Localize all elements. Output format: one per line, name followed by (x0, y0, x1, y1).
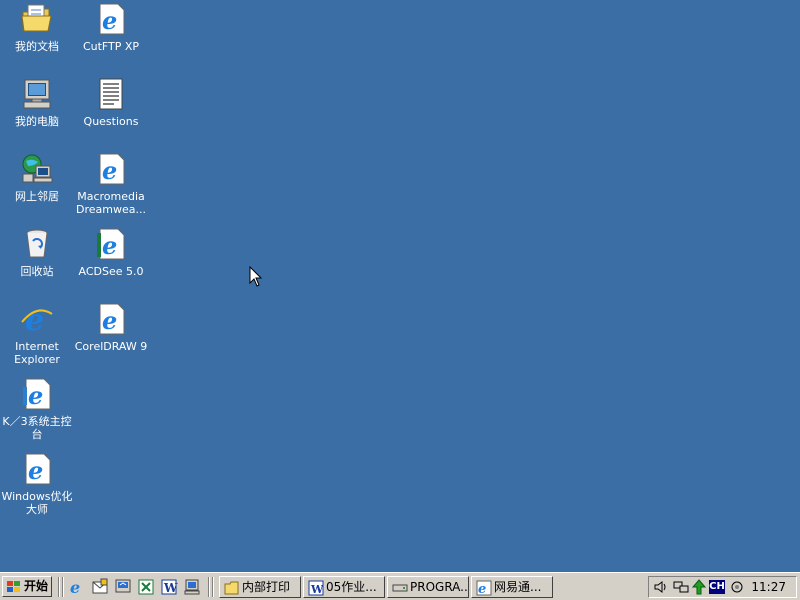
desktop-icon-label: 我的文档 (15, 40, 59, 53)
quicklaunch-word-icon[interactable]: W (160, 578, 178, 596)
desktop-icon-label: Questions (83, 115, 139, 128)
ie-icon: e (476, 580, 492, 596)
taskbar-separator (58, 577, 60, 597)
desktop-icon-label: CorelDRAW 9 (74, 340, 148, 353)
ie-document-icon: e (99, 303, 125, 335)
mouse-cursor-icon (249, 266, 263, 287)
svg-text:e: e (28, 456, 43, 485)
ie-document-icon: e (23, 378, 51, 410)
svg-text:W: W (163, 581, 178, 595)
desktop-icon-label: Internet Explorer (14, 340, 60, 366)
network-icon (22, 154, 53, 183)
computer-icon (23, 79, 51, 109)
taskbar-separator (208, 577, 210, 597)
desktop-icon-acdsee[interactable]: e ACDSee 5.0 (74, 227, 148, 278)
quicklaunch-outlook-icon[interactable] (91, 578, 109, 596)
svg-text:e: e (28, 381, 43, 410)
clock[interactable]: 11:27 (751, 577, 786, 597)
svg-text:e: e (102, 231, 117, 260)
green-arrow-icon[interactable] (691, 579, 707, 595)
taskbar-separator (212, 577, 214, 597)
desktop-icon-questions[interactable]: Questions (74, 77, 148, 128)
system-tray: CH 11:27 (648, 576, 797, 598)
quicklaunch-excel-icon[interactable] (137, 578, 155, 596)
folder-icon (224, 581, 239, 595)
svg-text:e: e (102, 156, 117, 185)
ie-document-icon: e (99, 153, 125, 185)
quicklaunch-desktop-icon[interactable] (114, 578, 132, 596)
desktop-icon-label: 回收站 (20, 265, 54, 278)
desktop-icon-label: CutFTP XP (82, 40, 140, 53)
desktop-icon-label: K／3系统主控台 (2, 415, 72, 441)
volume-icon[interactable] (653, 579, 669, 595)
ime-language-indicator[interactable]: CH (709, 580, 725, 594)
task-label: 内部打印 (242, 580, 291, 594)
svg-text:e: e (102, 306, 117, 335)
task-button-internal-print[interactable]: 内部打印 (219, 576, 301, 598)
task-button-homework[interactable]: W 05作业... (303, 576, 385, 598)
recycle-bin-icon (26, 229, 48, 258)
start-label: 开始 (24, 579, 49, 593)
internet-explorer-icon: e (21, 303, 53, 336)
network-connection-icon[interactable] (673, 579, 689, 595)
svg-text:e: e (70, 578, 80, 596)
desktop-icon-my-documents[interactable]: 我的文档 (0, 2, 74, 53)
desktop-icon-dreamweaver[interactable]: e Macromedia Dreamwea... (74, 152, 148, 216)
svg-text:e: e (478, 582, 486, 596)
svg-text:W: W (310, 583, 324, 596)
word-icon: W (308, 580, 324, 596)
desktop-icon-network-places[interactable]: 网上邻居 (0, 152, 74, 203)
gear-people-icon[interactable] (729, 579, 745, 595)
desktop-icon-label: 我的电脑 (15, 115, 59, 128)
desktop-icon-cutftp[interactable]: e CutFTP XP (74, 2, 148, 53)
desktop-icon-recycle-bin[interactable]: 回收站 (0, 227, 74, 278)
drive-icon (392, 584, 408, 592)
quicklaunch-ie-icon[interactable]: e (68, 578, 86, 596)
quicklaunch-computer-icon[interactable] (183, 578, 201, 596)
desktop-icon-label: Windows优化大师 (1, 490, 73, 516)
ie-document-icon: e (25, 453, 51, 485)
task-button-netease[interactable]: e 网易通... (471, 576, 553, 598)
desktop-icon-label: ACDSee 5.0 (78, 265, 144, 278)
taskbar: 开始 e W 内部打印 W 05作业... PROGRA... e 网易通...… (0, 572, 800, 600)
desktop-icon-label: 网上邻居 (15, 190, 59, 203)
task-label: PROGRA... (410, 580, 469, 594)
desktop-icon-my-computer[interactable]: 我的电脑 (0, 77, 74, 128)
start-button[interactable]: 开始 (2, 576, 52, 597)
text-document-icon (99, 78, 123, 110)
desktop: 我的文档 我的电脑 网上邻居 回收站 e Internet Explorer e… (0, 0, 800, 572)
desktop-icon-windows-optimizer[interactable]: e Windows优化大师 (0, 452, 74, 516)
svg-text:e: e (102, 6, 117, 35)
svg-text:e: e (25, 303, 44, 336)
folder-documents-icon (21, 4, 52, 32)
ie-document-icon: e (99, 3, 125, 35)
task-label: 05作业... (326, 580, 377, 594)
task-button-program[interactable]: PROGRA... (387, 576, 469, 598)
task-label: 网易通... (494, 580, 542, 594)
ie-document-icon: e (97, 228, 125, 260)
desktop-icon-internet-explorer[interactable]: e Internet Explorer (0, 302, 74, 366)
windows-flag-icon (7, 581, 20, 592)
taskbar-separator (62, 577, 64, 597)
desktop-icon-coreldraw[interactable]: e CorelDRAW 9 (74, 302, 148, 353)
desktop-icon-k3[interactable]: e K／3系统主控台 (0, 377, 74, 441)
desktop-icon-label: Macromedia Dreamwea... (76, 190, 146, 216)
